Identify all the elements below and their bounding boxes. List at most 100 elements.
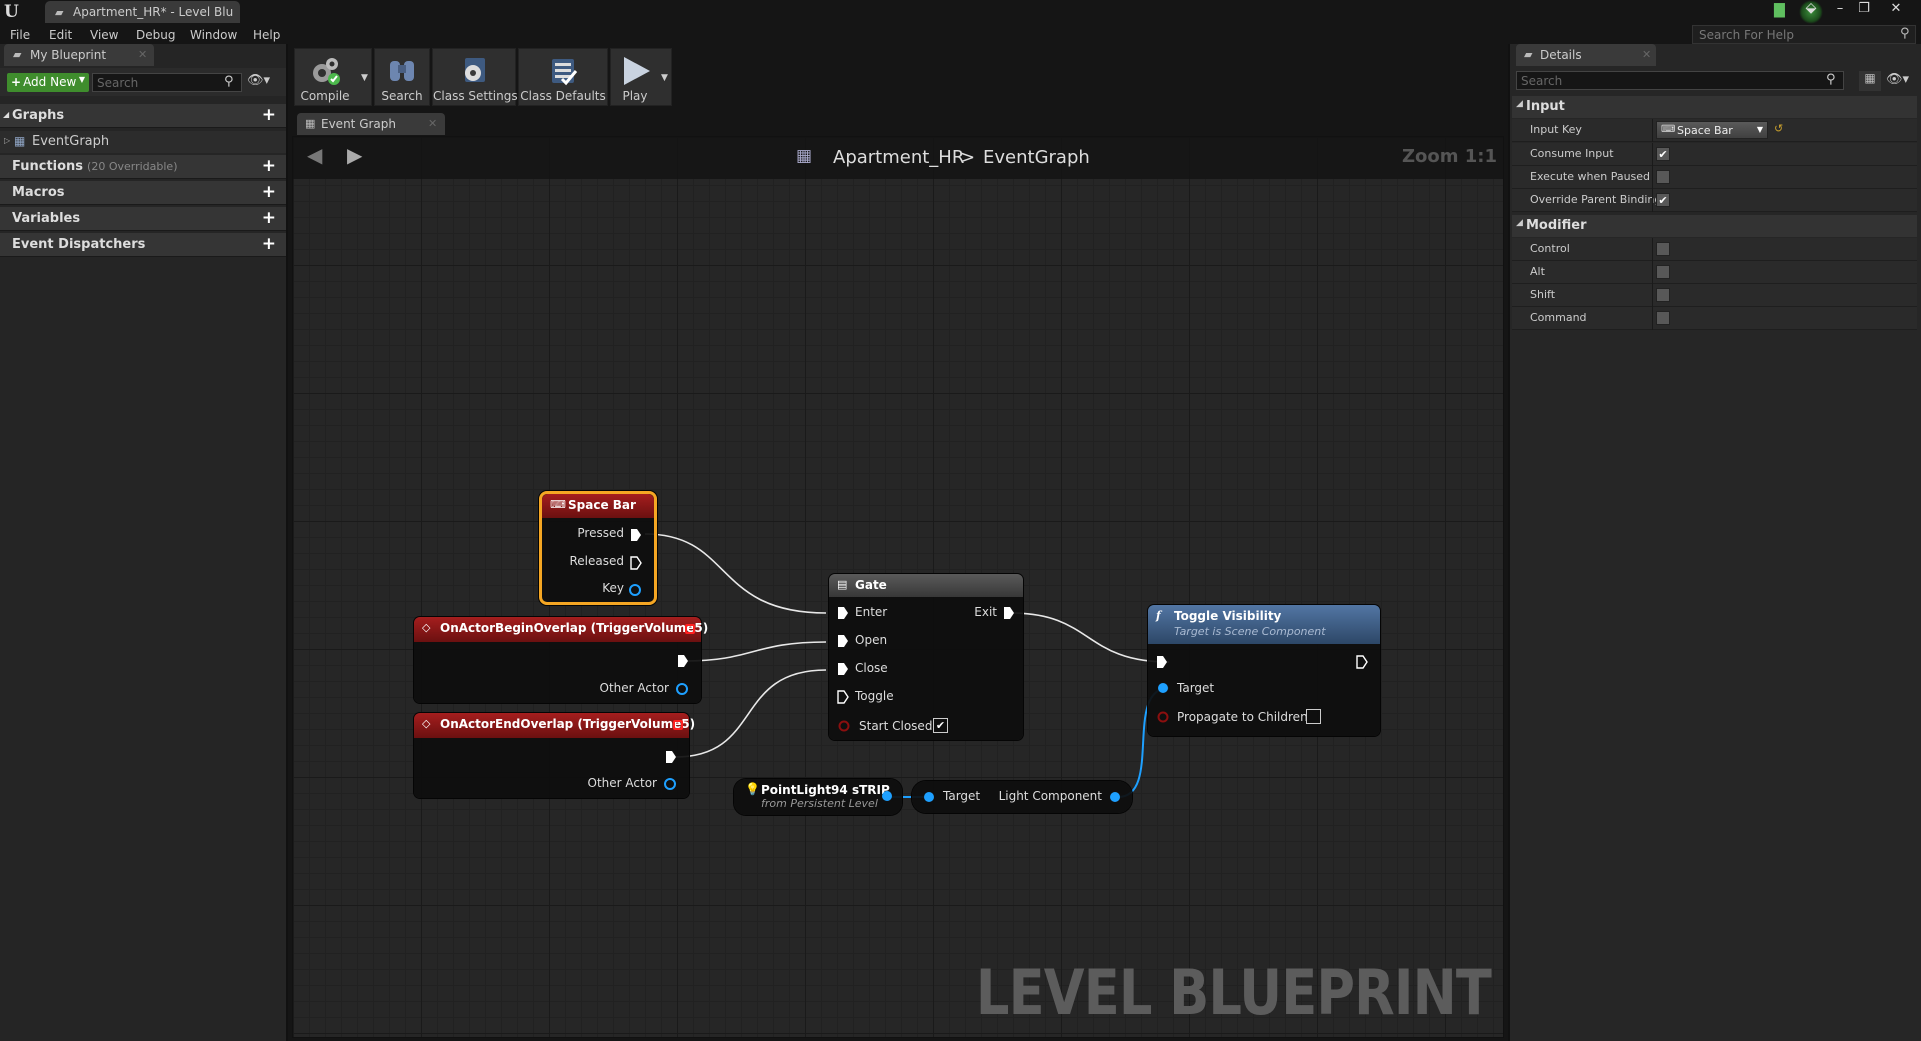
pin-other-actor-label: Other Actor (587, 776, 657, 790)
exec-pin-out[interactable] (1356, 655, 1368, 669)
alt-checkbox[interactable] (1656, 265, 1670, 279)
exec-pin-toggle[interactable] (837, 690, 849, 704)
section-functions[interactable]: Functions (20 Overridable) + (0, 155, 286, 179)
close-tab-icon[interactable]: ✕ (428, 117, 437, 130)
details-tab[interactable]: ▰ Details ✕ (1516, 44, 1656, 66)
add-function-button[interactable]: + (262, 156, 276, 176)
execute-when-paused-checkbox[interactable] (1656, 170, 1670, 184)
property-matrix-icon[interactable]: ▦ (1859, 71, 1881, 91)
chevron-down-icon[interactable]: ▼ (361, 73, 368, 83)
exec-pin-pressed[interactable] (630, 528, 642, 542)
search-icon[interactable]: ⚲ (1826, 72, 1836, 87)
object-pin-target[interactable] (922, 790, 936, 804)
class-defaults-button[interactable]: Class Defaults (518, 48, 608, 106)
column-divider[interactable] (1652, 119, 1653, 142)
delegate-pin-icon[interactable] (685, 624, 695, 634)
exec-pin-in[interactable] (1156, 655, 1168, 669)
close-tab-icon[interactable]: ✕ (138, 48, 147, 61)
propagate-checkbox[interactable] (1306, 709, 1321, 724)
column-divider[interactable] (1652, 261, 1653, 284)
node-begin-overlap[interactable]: ◇ OnActorBeginOverlap (TriggerVolume5) O… (414, 617, 708, 703)
bool-pin-start-closed[interactable] (837, 719, 851, 733)
delegate-pin-icon[interactable] (673, 720, 683, 730)
column-divider[interactable] (1652, 284, 1653, 307)
play-button[interactable]: Play ▼ (610, 48, 672, 106)
add-variable-button[interactable]: + (262, 208, 276, 228)
object-pin-other-actor[interactable] (675, 682, 689, 696)
source-control-icon[interactable]: ⬙ (1799, 0, 1823, 24)
details-search-input[interactable]: Search (1516, 71, 1844, 90)
column-divider[interactable] (1652, 189, 1653, 212)
exec-pin-close[interactable] (837, 662, 849, 676)
my-blueprint-search-input[interactable]: Search (92, 73, 242, 92)
graph-editor-canvas[interactable]: ◀ ▶ ▦ Apartment_HR > EventGraph Zoom 1:1… (292, 136, 1504, 1038)
category-modifier[interactable]: ◢ Modifier (1512, 215, 1917, 237)
object-pin-point-light[interactable] (880, 789, 894, 803)
section-variables[interactable]: Variables + (0, 207, 286, 231)
object-pin-target[interactable] (1156, 681, 1170, 695)
node-gate[interactable]: ▤ Gate Enter Open Close Toggle Start Clo… (829, 574, 1023, 740)
add-dispatcher-button[interactable]: + (262, 234, 276, 254)
object-pin-other-actor[interactable] (663, 777, 677, 791)
add-graph-button[interactable]: + (262, 105, 276, 125)
close-window-button[interactable]: ✕ (1884, 1, 1908, 17)
add-macro-button[interactable]: + (262, 182, 276, 202)
exec-pin-released[interactable] (630, 556, 642, 570)
shift-checkbox[interactable] (1656, 288, 1670, 302)
view-options-eye-icon[interactable]: 👁▾ (1886, 72, 1909, 87)
menu-window[interactable]: Window (190, 28, 237, 42)
node-space-bar[interactable]: ⌨ Space Bar Pressed Released Key (539, 491, 657, 605)
control-checkbox[interactable] (1656, 242, 1670, 256)
chevron-down-icon[interactable]: ▼ (661, 73, 668, 83)
command-checkbox[interactable] (1656, 311, 1670, 325)
object-pin-light-component[interactable] (1108, 790, 1122, 804)
column-divider[interactable] (1652, 143, 1653, 166)
start-closed-checkbox[interactable]: ✔ (933, 718, 948, 733)
column-divider[interactable] (1652, 166, 1653, 189)
override-parent-binding-checkbox[interactable]: ✔ (1656, 193, 1670, 207)
my-blueprint-tab[interactable]: ▰ My Blueprint ✕ (4, 44, 154, 66)
category-input[interactable]: ◢ Input (1512, 96, 1917, 118)
exec-pin-begin-overlap[interactable] (677, 654, 689, 668)
search-button[interactable]: Search (374, 48, 430, 106)
chevron-right-icon[interactable]: ▷ (4, 136, 10, 145)
exec-pin-enter[interactable] (837, 606, 849, 620)
column-divider[interactable] (1652, 238, 1653, 261)
reset-to-default-icon[interactable]: ↺ (1774, 122, 1783, 135)
graph-item-eventgraph[interactable]: ▷ ▦ EventGraph (0, 131, 286, 153)
section-macros[interactable]: Macros + (0, 181, 286, 205)
menu-edit[interactable]: Edit (49, 28, 72, 42)
search-icon[interactable]: ⚲ (224, 74, 234, 89)
struct-pin-key[interactable] (628, 583, 642, 597)
restore-button[interactable]: ❐ (1852, 1, 1876, 17)
bool-pin-propagate[interactable] (1156, 710, 1170, 724)
node-end-overlap[interactable]: ◇ OnActorEndOverlap (TriggerVolume5) Oth… (414, 713, 695, 798)
menu-help[interactable]: Help (253, 28, 280, 42)
event-diamond-icon: ◇ (422, 621, 431, 634)
minimize-button[interactable]: – (1828, 1, 1852, 17)
close-tab-icon[interactable]: ✕ (1642, 48, 1651, 61)
add-new-label: Add New (23, 75, 77, 89)
section-graphs[interactable]: ◢ Graphs + (0, 104, 286, 128)
exec-pin-exit[interactable] (1003, 606, 1015, 620)
compile-button[interactable]: Compile ▼ (294, 48, 372, 106)
class-settings-button[interactable]: Class Settings (432, 48, 518, 106)
node-light-component-getter[interactable]: Target Light Component (912, 781, 1132, 813)
event-graph-tab[interactable]: ▦ Event Graph ✕ (297, 113, 445, 135)
input-key-select[interactable]: ⌨ Space Bar ▼ (1656, 121, 1768, 139)
add-new-button[interactable]: + Add New ▼ (7, 73, 89, 92)
exec-pin-end-overlap[interactable] (665, 750, 677, 764)
menu-debug[interactable]: Debug (136, 28, 175, 42)
exec-pin-open[interactable] (837, 634, 849, 648)
notification-icon[interactable]: ▇ (1774, 2, 1794, 20)
menu-file[interactable]: File (10, 28, 30, 42)
consume-input-checkbox[interactable]: ✔ (1656, 147, 1670, 161)
column-divider[interactable] (1652, 307, 1653, 330)
node-point-light-reference[interactable]: 💡 PointLight94 sTRIP from Persistent Lev… (734, 779, 902, 815)
functions-overridable-count: (20 Overridable) (87, 160, 178, 173)
menu-view[interactable]: View (90, 28, 118, 42)
view-options-eye-icon[interactable]: 👁▾ (247, 73, 270, 88)
section-event-dispatchers[interactable]: Event Dispatchers + (0, 233, 286, 257)
node-toggle-visibility[interactable]: f Toggle Visibility Target is Scene Comp… (1148, 605, 1380, 736)
document-tab[interactable]: ▰ Apartment_HR* - Level Blu (45, 1, 240, 23)
